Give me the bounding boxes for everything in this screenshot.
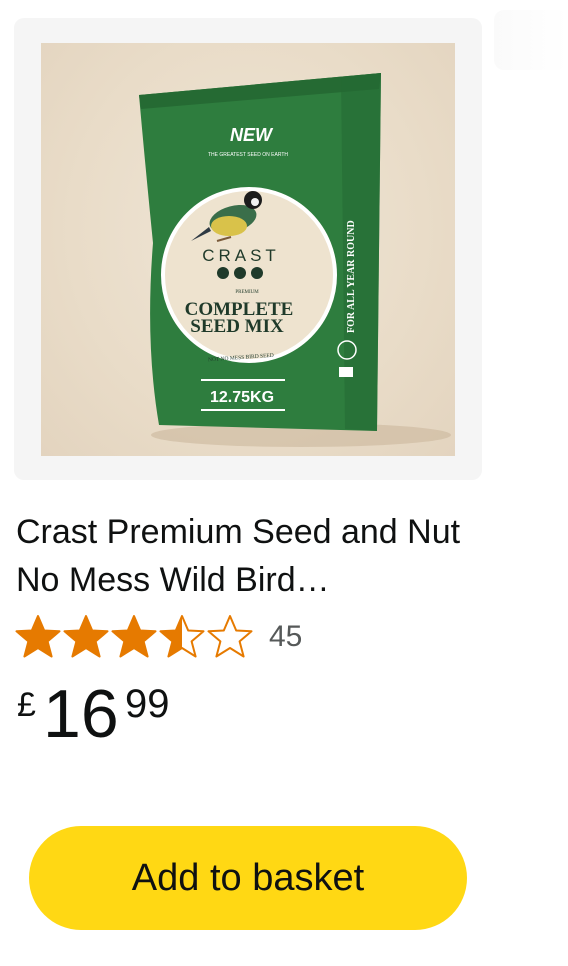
bag-badge-text: NEW — [230, 125, 274, 145]
price-currency: £ — [17, 686, 36, 724]
bag-side-text: FOR ALL YEAR ROUND — [346, 220, 357, 333]
bag-name-line2: SEED MIX — [190, 316, 284, 337]
bag-tagline-text: THE GREATEST SEED ON EARTH — [208, 152, 288, 158]
product-image[interactable]: NEW THE GREATEST SEED ON EARTH CRAST PRE… — [41, 43, 455, 456]
star-rating[interactable] — [14, 613, 254, 661]
seed-bag-illustration: NEW THE GREATEST SEED ON EARTH CRAST PRE… — [139, 73, 451, 447]
star-icon — [207, 615, 253, 658]
product-title[interactable]: Crast Premium Seed and Nut No Mess Wild … — [16, 508, 486, 604]
star-icon — [63, 615, 109, 658]
price-fraction: 99 — [125, 682, 170, 726]
star-icon — [15, 615, 61, 658]
bag-grade-text: PREMIUM — [235, 290, 259, 295]
seed-dots-icon — [217, 267, 263, 279]
bag-weight-text: 12.75KG — [210, 389, 274, 406]
star-icon — [111, 615, 157, 658]
star-icon — [159, 615, 205, 658]
bag-brand-text: CRAST — [202, 246, 280, 265]
next-card-edge — [494, 10, 568, 70]
flag-icon — [339, 367, 353, 377]
price-whole: 16 — [43, 676, 119, 752]
rating-count[interactable]: 45 — [269, 620, 302, 654]
rating-row[interactable]: 45 — [14, 612, 302, 662]
add-to-basket-button[interactable]: Add to basket — [29, 826, 467, 930]
